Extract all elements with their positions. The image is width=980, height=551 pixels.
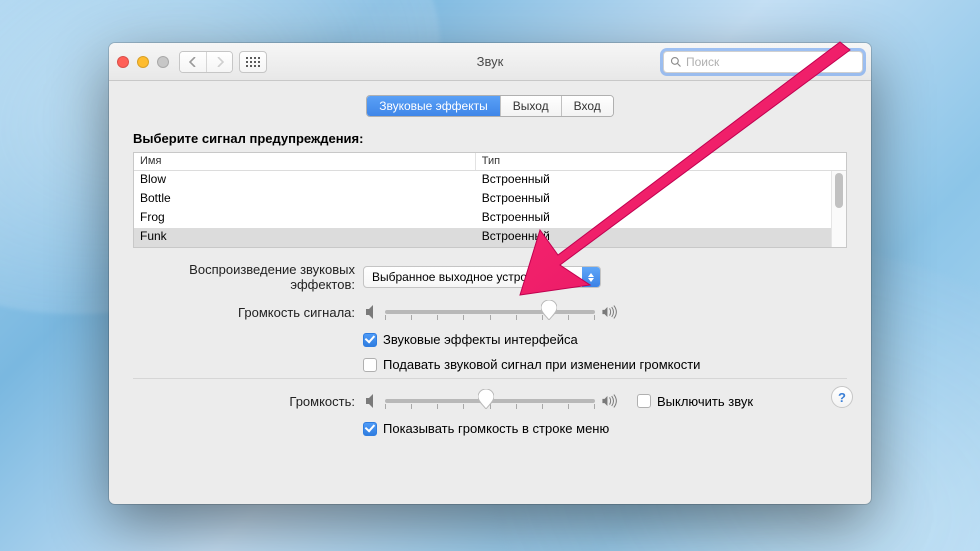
show-in-menubar-checkbox[interactable]: Показывать громкость в строке меню: [363, 421, 609, 436]
checkbox-label: Подавать звуковой сигнал при изменении г…: [383, 357, 700, 372]
speaker-high-icon: [595, 393, 627, 409]
output-volume-slider[interactable]: [385, 391, 595, 411]
table-row[interactable]: Funk Встроенный: [134, 228, 846, 247]
search-field[interactable]: [663, 51, 863, 73]
zoom-icon[interactable]: [157, 56, 169, 68]
checkbox-icon: [363, 333, 377, 347]
alert-sounds-table[interactable]: Имя Тип Blow Встроенный Bottle Встроенны…: [133, 152, 847, 248]
nav-back-forward: [179, 51, 233, 73]
table-row[interactable]: Blow Встроенный: [134, 171, 846, 190]
alert-volume-slider[interactable]: [385, 302, 595, 322]
checkbox-icon: [363, 358, 377, 372]
volume-feedback-checkbox[interactable]: Подавать звуковой сигнал при изменении г…: [363, 357, 700, 372]
checkbox-label: Выключить звук: [657, 394, 753, 409]
forward-button[interactable]: [206, 52, 232, 72]
slider-thumb[interactable]: [478, 389, 494, 409]
tab-output[interactable]: Выход: [500, 96, 561, 116]
chevron-updown-icon: [582, 267, 600, 287]
tab-sound-effects[interactable]: Звуковые эффекты: [367, 96, 499, 116]
slider-thumb[interactable]: [541, 300, 557, 320]
checkbox-icon: [637, 394, 651, 408]
alert-volume-label: Громкость сигнала:: [133, 305, 363, 320]
scroll-thumb[interactable]: [835, 173, 843, 208]
close-icon[interactable]: [117, 56, 129, 68]
col-type[interactable]: Тип: [476, 153, 846, 170]
checkbox-icon: [363, 422, 377, 436]
table-header: Имя Тип: [134, 153, 846, 171]
col-name[interactable]: Имя: [134, 153, 476, 170]
choose-alert-label: Выберите сигнал предупреждения:: [133, 131, 847, 146]
scrollbar[interactable]: [831, 171, 846, 247]
output-volume-label: Громкость:: [133, 394, 363, 409]
help-icon: ?: [838, 390, 846, 405]
minimize-icon[interactable]: [137, 56, 149, 68]
back-button[interactable]: [180, 52, 206, 72]
checkbox-label: Показывать громкость в строке меню: [383, 421, 609, 436]
help-button[interactable]: ?: [831, 386, 853, 408]
popup-value: Выбранное выходное устройство: [372, 270, 558, 284]
speaker-low-icon: [363, 393, 385, 409]
checkbox-label: Звуковые эффекты интерфейса: [383, 332, 578, 347]
speaker-low-icon: [363, 304, 385, 320]
table-row[interactable]: Bottle Встроенный: [134, 190, 846, 209]
speaker-high-icon: [595, 304, 627, 320]
grid-icon: [246, 57, 260, 67]
show-all-button[interactable]: [239, 51, 267, 73]
ui-sounds-checkbox[interactable]: Звуковые эффекты интерфейса: [363, 332, 578, 347]
sound-preferences-window: Звук Звуковые эффекты Выход Вход Выберит…: [109, 43, 871, 504]
search-icon: [670, 56, 682, 68]
traffic-lights: [117, 56, 169, 68]
divider: [133, 378, 847, 379]
tab-input[interactable]: Вход: [561, 96, 613, 116]
titlebar: Звук: [109, 43, 871, 81]
search-input[interactable]: [686, 55, 856, 69]
table-row[interactable]: Frog Встроенный: [134, 209, 846, 228]
play-through-label: Воспроизведение звуковых эффектов:: [133, 262, 363, 292]
play-through-popup[interactable]: Выбранное выходное устройство: [363, 266, 601, 288]
tab-selector: Звуковые эффекты Выход Вход: [133, 95, 847, 117]
mute-checkbox[interactable]: Выключить звук: [637, 394, 753, 409]
content-area: Звуковые эффекты Выход Вход Выберите сиг…: [109, 81, 871, 454]
